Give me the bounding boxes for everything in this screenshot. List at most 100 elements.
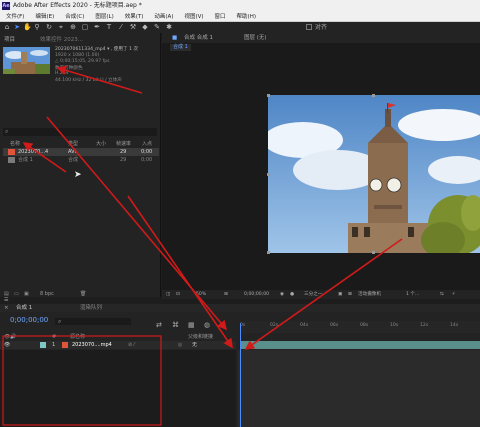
draft-3d-icon[interactable]: ⇄ bbox=[156, 321, 162, 329]
col-type[interactable]: 类型 bbox=[68, 140, 78, 148]
transform-handle[interactable] bbox=[267, 94, 270, 97]
mask-icon[interactable]: ⊡ bbox=[176, 290, 180, 299]
comp-header: ■ 合成 合成 1 图层 (无) bbox=[162, 33, 480, 43]
transform-handle[interactable] bbox=[267, 173, 270, 176]
visibility-icon[interactable]: 👁 bbox=[4, 341, 10, 349]
menu-file[interactable]: 文件(F) bbox=[6, 14, 24, 20]
transform-handle[interactable] bbox=[267, 251, 270, 254]
color-channel-icon[interactable]: ● bbox=[290, 290, 294, 299]
col-fps[interactable]: 帧速率 bbox=[116, 140, 131, 148]
puppet-tool-icon[interactable]: ✱ bbox=[165, 23, 173, 31]
track-empty-area bbox=[238, 350, 480, 427]
close-tab-icon[interactable]: × bbox=[4, 304, 9, 312]
roi-icon[interactable]: ▣ bbox=[338, 290, 342, 299]
footage-icon bbox=[8, 149, 15, 155]
search-icon: ⌕ bbox=[5, 128, 9, 135]
col-name[interactable]: 名称 bbox=[10, 140, 20, 148]
footage-name: 2023070...4 bbox=[18, 149, 49, 155]
fast-preview-icon[interactable]: ⚡ bbox=[452, 290, 455, 299]
snap-checkbox[interactable] bbox=[306, 24, 312, 30]
video-preview[interactable] bbox=[268, 95, 480, 253]
camera-tool-icon[interactable]: ⌖ bbox=[57, 23, 65, 31]
transform-handle[interactable] bbox=[372, 94, 375, 97]
camera-select[interactable]: 活动摄像机 bbox=[358, 290, 381, 299]
menu-edit[interactable]: 编辑(E) bbox=[35, 14, 54, 20]
panel-menu-icon[interactable]: ☰ bbox=[4, 297, 8, 304]
type-tool-icon[interactable]: T bbox=[105, 23, 113, 31]
mouse-cursor-icon: ➤ bbox=[74, 170, 82, 180]
ruler-tick: 10s bbox=[390, 323, 399, 328]
grid-icon[interactable]: ⊠ bbox=[348, 290, 352, 299]
fit-icon[interactable]: ⊞ bbox=[224, 290, 228, 299]
col-inpoint[interactable]: 入点 bbox=[142, 140, 152, 148]
pen-tool-icon[interactable]: ✒ bbox=[93, 23, 101, 31]
project-panel: 项目 效果控件 2023... 2023070611334_mp4 ▾ , 使用… bbox=[0, 33, 161, 297]
transform-handle[interactable] bbox=[372, 251, 375, 254]
playhead[interactable] bbox=[240, 323, 241, 427]
zoom-select[interactable]: 50% bbox=[196, 290, 206, 299]
tab-comp1[interactable]: 合成 1 bbox=[16, 304, 32, 312]
tab-render-queue[interactable]: 渲染队列 bbox=[80, 304, 102, 312]
menu-composition[interactable]: 合成(C) bbox=[65, 14, 84, 20]
title-bar: Ae Adobe After Effects 2020 - 无标题项目.aep … bbox=[0, 0, 480, 12]
pickwhip-icon[interactable]: ◎ bbox=[178, 341, 182, 349]
lock-icon[interactable]: ■ bbox=[172, 33, 177, 43]
ruler-tick: 02s bbox=[270, 323, 279, 328]
rectangle-tool-icon[interactable]: ▢ bbox=[81, 23, 89, 31]
home-icon[interactable]: ⌂ bbox=[3, 23, 11, 31]
menu-window[interactable]: 窗口 bbox=[215, 14, 226, 20]
shy-icon[interactable]: ⌘ bbox=[172, 321, 179, 329]
layer-name[interactable]: 2023070....mp4 bbox=[72, 341, 112, 349]
layer-duration-bar[interactable] bbox=[240, 341, 480, 349]
comp-footer: ◫ ⊡ 50% ⊞ 0;00;00;00 ◉ ● 三分之一 ▣ ⊠ 活动摄像机 … bbox=[162, 290, 480, 299]
hand-tool-icon[interactable]: ✋ bbox=[23, 23, 32, 31]
comp-tab[interactable]: 合成 1 bbox=[170, 44, 191, 51]
layer-viewer-label[interactable]: 图层 (无) bbox=[244, 33, 267, 43]
timeline-search-input[interactable]: ⌕ bbox=[55, 318, 131, 325]
comp-type: 合成 bbox=[68, 157, 79, 163]
project-row-footage[interactable]: 2023070...4 AVI 29 0;00 bbox=[3, 148, 159, 156]
layer-switches-icon[interactable]: ⊘ ⁄ bbox=[128, 341, 135, 349]
footage-type: AVI bbox=[68, 149, 76, 155]
menu-animation[interactable]: 动画(A) bbox=[154, 14, 173, 20]
search-icon: ⌕ bbox=[58, 318, 62, 325]
clone-tool-icon[interactable]: ⚒ bbox=[129, 23, 137, 31]
tab-effect-controls[interactable]: 效果控件 2023... bbox=[40, 35, 83, 43]
rotate-tool-icon[interactable]: ↻ bbox=[45, 23, 53, 31]
layer-row[interactable]: 👁 1 2023070....mp4 ⊘ ⁄ ◎ 无 bbox=[0, 341, 236, 349]
after-effects-logo: Ae bbox=[2, 2, 10, 10]
project-search-input[interactable] bbox=[3, 128, 157, 136]
av-switches-icon: 👁🔊 bbox=[4, 334, 17, 340]
toolbar: ⌂ ➤ ✋ ⚲ ↻ ⌖ ⊕ ▢ ✒ T ⁄ ⚒ ◆ ✎ ✱ 对齐 bbox=[0, 22, 480, 33]
graph-editor-icon[interactable]: ⊿ bbox=[220, 321, 226, 329]
resolution-select[interactable]: 三分之一 bbox=[304, 290, 322, 299]
project-row-comp[interactable]: 合成 1 合成 29 0;00 bbox=[3, 156, 159, 164]
comp-header-label[interactable]: 合成 合成 1 bbox=[184, 33, 213, 43]
brush-tool-icon[interactable]: ⁄ bbox=[117, 23, 125, 31]
current-time[interactable]: 0;00;00;00 bbox=[244, 290, 269, 299]
menu-help[interactable]: 帮助(H) bbox=[237, 14, 256, 20]
menu-effect[interactable]: 效果(T) bbox=[125, 14, 144, 20]
parent-select[interactable]: 无 bbox=[192, 341, 197, 349]
col-size[interactable]: 大小 bbox=[96, 140, 106, 148]
menu-view[interactable]: 视图(V) bbox=[184, 14, 203, 20]
ruler-tick: 14s bbox=[450, 323, 459, 328]
col-parent: 父级和链接 bbox=[188, 334, 214, 340]
label-color-swatch[interactable] bbox=[40, 342, 46, 348]
snapshot-icon[interactable]: ◉ bbox=[280, 290, 284, 299]
clip-audio: 44.100 kHz / 32 bit U / 立体声 bbox=[55, 78, 122, 83]
selection-tool-icon[interactable]: ➤ bbox=[13, 23, 21, 31]
tab-project[interactable]: 项目 bbox=[4, 35, 15, 43]
menu-layer[interactable]: 图层(L) bbox=[95, 14, 113, 20]
always-preview-icon[interactable]: ◫ bbox=[166, 290, 170, 299]
share-icon[interactable]: ⇆ bbox=[440, 290, 444, 299]
views-select[interactable]: 1 个... bbox=[406, 290, 419, 299]
timeline-timecode[interactable]: 0;00;00;00 bbox=[10, 316, 48, 324]
pan-behind-tool-icon[interactable]: ⊕ bbox=[69, 23, 77, 31]
zoom-tool-icon[interactable]: ⚲ bbox=[33, 23, 41, 31]
eraser-tool-icon[interactable]: ◆ bbox=[141, 23, 149, 31]
motion-blur-icon[interactable]: ◍ bbox=[204, 321, 210, 329]
project-status-bar: ☰ bbox=[0, 297, 162, 304]
roto-tool-icon[interactable]: ✎ bbox=[153, 23, 161, 31]
frame-blend-icon[interactable]: ▦ bbox=[188, 321, 195, 329]
